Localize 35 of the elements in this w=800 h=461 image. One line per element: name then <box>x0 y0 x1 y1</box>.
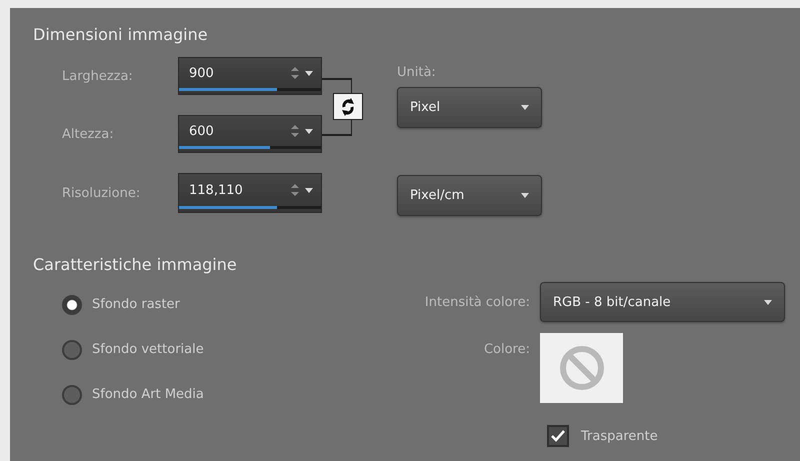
section-heading: Caratteristiche immagine <box>33 254 238 276</box>
spin-field[interactable]: 600 <box>178 115 322 153</box>
field-label: Risoluzione: <box>62 186 142 200</box>
spinner-icon[interactable] <box>291 66 299 80</box>
caret-icon <box>521 105 529 110</box>
radio-button[interactable] <box>62 384 82 404</box>
radio-button[interactable] <box>62 340 82 360</box>
field-label: Larghezza: <box>62 68 134 84</box>
caret-icon <box>305 128 313 134</box>
caret-icon <box>764 300 772 304</box>
spin-field[interactable]: 118,110 <box>178 173 322 213</box>
spin-field[interactable]: 900 <box>178 57 322 95</box>
radio-button[interactable] <box>62 294 82 314</box>
color-swatch[interactable] <box>540 333 623 403</box>
slider-track[interactable] <box>179 206 321 209</box>
link-toggle-button[interactable] <box>333 93 363 120</box>
caret-icon <box>305 70 313 76</box>
dropdown[interactable]: Pixel/cm <box>397 175 542 216</box>
units-label: Unità: <box>397 65 437 81</box>
section-heading: Dimensioni immagine <box>33 24 209 46</box>
field-label: Intensità colore: <box>424 294 530 310</box>
dropdown[interactable]: Pixel <box>397 87 542 128</box>
check-icon <box>551 430 565 442</box>
spinner-icon[interactable] <box>291 124 299 138</box>
link-icon <box>341 98 355 116</box>
field-label: Colore: <box>484 342 530 357</box>
dropdown[interactable]: RGB - 8 bit/canale <box>540 282 785 322</box>
no-color-icon <box>558 344 606 392</box>
caret-icon <box>305 188 313 192</box>
slider-track[interactable] <box>179 146 321 149</box>
slider-track[interactable] <box>179 88 321 91</box>
spinner-icon[interactable] <box>291 183 299 197</box>
checkbox[interactable] <box>547 425 569 447</box>
field-label: Altezza: <box>62 126 115 142</box>
caret-icon <box>521 193 529 198</box>
